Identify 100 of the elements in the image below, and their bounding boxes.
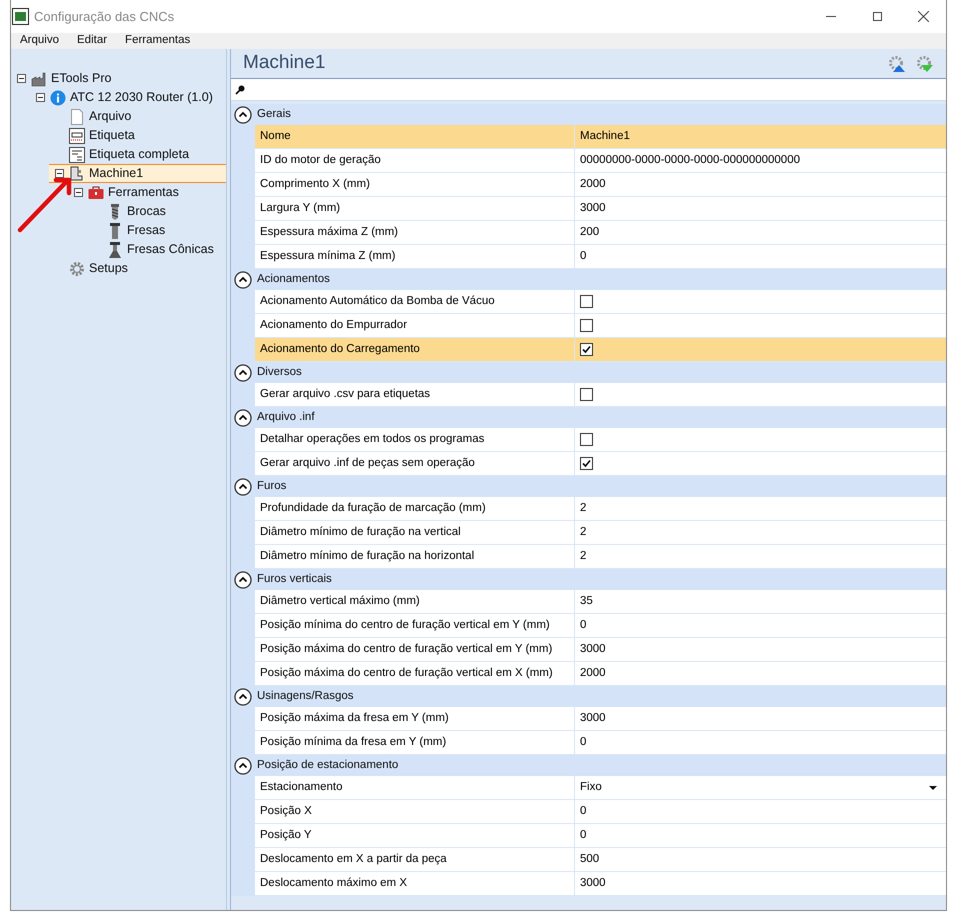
- property-label: Posição mínima da fresa em Y (mm): [260, 734, 446, 750]
- gear-upload-icon[interactable]: [888, 54, 906, 72]
- property-label: Deslocamento em X a partir da peça: [260, 852, 447, 867]
- dropdown[interactable]: Fixo: [580, 778, 941, 796]
- collapse-toggle[interactable]: [16, 74, 26, 83]
- property-label: Posição mínima do centro de furação vertical em Y (mm): [260, 618, 550, 633]
- section-header: Usinagens/Rasgos: [257, 688, 354, 704]
- property-value[interactable]: 0: [580, 826, 586, 844]
- property-value[interactable]: 35: [580, 592, 593, 610]
- property-label: Nome: [260, 128, 291, 144]
- tree-item-label[interactable]: Etiqueta: [89, 126, 135, 145]
- property-label: Acionamento do Carregamento: [260, 342, 420, 357]
- collapse-icon[interactable]: [234, 756, 252, 774]
- menu-item[interactable]: Ferramentas: [116, 32, 200, 50]
- property-value[interactable]: 00000000-0000-0000-0000-000000000000: [580, 152, 800, 170]
- property-value[interactable]: 3000: [580, 874, 606, 892]
- machine-icon: [69, 166, 85, 182]
- property-label: Espessura mínima Z (mm): [260, 248, 396, 264]
- tree-item-label[interactable]: Setups: [89, 259, 128, 278]
- collapse-icon[interactable]: [234, 270, 252, 288]
- property-label: Posição Y: [260, 828, 312, 843]
- property-label: Posição máxima do centro de furação vertical em X (mm): [260, 666, 553, 681]
- collapse-toggle[interactable]: [74, 188, 82, 197]
- tree-item-label[interactable]: Ferramentas: [108, 183, 179, 202]
- label-icon: [69, 128, 85, 144]
- collapse-icon[interactable]: [234, 106, 252, 124]
- menu-item[interactable]: Editar: [68, 32, 116, 50]
- checkbox[interactable]: [580, 319, 593, 332]
- property-value[interactable]: 200: [580, 224, 600, 242]
- property-label: Acionamento do Empurrador: [260, 318, 408, 333]
- section-header: Furos: [257, 478, 286, 494]
- property-label: Espessura máxima Z (mm): [260, 224, 398, 240]
- property-value[interactable]: 0: [580, 734, 586, 752]
- property-label: Gerar arquivo .inf de peças sem operação: [260, 456, 475, 471]
- section-header: Acionamentos: [257, 272, 330, 287]
- collapse-toggle[interactable]: [36, 93, 44, 102]
- property-value[interactable]: 0: [580, 248, 586, 266]
- tree-item-label[interactable]: Machine1: [89, 164, 144, 183]
- checkbox[interactable]: [580, 295, 593, 308]
- checkbox[interactable]: [580, 433, 593, 446]
- tree-item-label[interactable]: ETools Pro: [51, 69, 112, 88]
- property-value[interactable]: 0: [580, 616, 586, 634]
- menu-item[interactable]: Arquivo: [11, 32, 68, 50]
- section-header: Arquivo .inf: [257, 410, 315, 425]
- property-value[interactable]: 500: [580, 850, 600, 868]
- tree-item-selected[interactable]: Machine1: [49, 164, 226, 183]
- tree-item-label[interactable]: Brocas: [127, 202, 166, 221]
- search-field[interactable]: [231, 79, 946, 101]
- tree-item-label[interactable]: Fresas: [127, 221, 166, 240]
- factory-icon: [31, 70, 47, 86]
- property-label: Comprimento X (mm): [260, 176, 370, 192]
- section-header: Diversos: [257, 364, 302, 380]
- property-value[interactable]: 3000: [580, 200, 606, 218]
- dropdown-arrow-icon: [929, 786, 937, 790]
- tree-item-label[interactable]: Fresas Cônicas: [127, 240, 214, 259]
- mill-bit-icon: [107, 222, 123, 238]
- tree-item-label[interactable]: Arquivo: [89, 107, 132, 126]
- property-label: Largura Y (mm): [260, 200, 340, 216]
- property-label: Posição máxima do centro de furação vertical em Y (mm): [260, 642, 552, 657]
- collapse-icon[interactable]: [234, 570, 252, 588]
- property-label: Estacionamento: [260, 780, 342, 795]
- tree-item-label[interactable]: ATC 12 2030 Router (1.0): [70, 88, 213, 107]
- property-value[interactable]: 0: [580, 802, 586, 820]
- checkbox[interactable]: [580, 388, 593, 401]
- section-header: Furos verticais: [257, 572, 332, 587]
- property-label: Deslocamento máximo em X: [260, 876, 407, 891]
- property-value[interactable]: 3000: [580, 640, 606, 658]
- property-label: Detalhar operações em todos os programas: [260, 432, 484, 447]
- selected-row[interactable]: Acionamento do Carregamento: [255, 338, 946, 362]
- panel-title: Machine1: [243, 51, 326, 76]
- key-icon: [235, 84, 245, 94]
- property-value[interactable]: 3000: [580, 710, 606, 728]
- collapse-icon[interactable]: [234, 408, 252, 426]
- window-title: Configuração das CNCs: [34, 8, 174, 26]
- property-value[interactable]: Machine1: [580, 128, 630, 146]
- checkbox[interactable]: [580, 457, 593, 470]
- property-value[interactable]: 2: [580, 500, 586, 518]
- property-label: Diâmetro vertical máximo (mm): [260, 594, 420, 609]
- property-label: Posição X: [260, 804, 312, 819]
- gear-icon: [69, 260, 85, 276]
- collapse-icon[interactable]: [234, 478, 252, 496]
- conical-bit-icon: [107, 242, 123, 258]
- property-value[interactable]: 2: [580, 548, 586, 566]
- property-value[interactable]: 2000: [580, 664, 606, 682]
- property-label: ID do motor de geração: [260, 152, 381, 168]
- property-label: Gerar arquivo .csv para etiquetas: [260, 386, 430, 402]
- tree-item-label[interactable]: Etiqueta completa: [89, 145, 190, 164]
- property-label: Acionamento Automático da Bomba de Vácuo: [260, 294, 495, 309]
- collapse-toggle[interactable]: [54, 169, 64, 178]
- collapse-icon[interactable]: [234, 688, 252, 706]
- property-value[interactable]: 2000: [580, 176, 606, 194]
- toolbox-icon: [88, 184, 104, 200]
- close-icon: [918, 11, 928, 22]
- property-label: Profundidade da furação de marcação (mm): [260, 500, 486, 516]
- checkbox[interactable]: [580, 343, 593, 356]
- collapse-icon[interactable]: [234, 364, 252, 382]
- selected-row[interactable]: Nome Machine1: [255, 125, 946, 149]
- label-icon: [69, 146, 85, 162]
- property-label: Posição máxima da fresa em Y (mm): [260, 710, 449, 726]
- property-value[interactable]: 2: [580, 524, 586, 542]
